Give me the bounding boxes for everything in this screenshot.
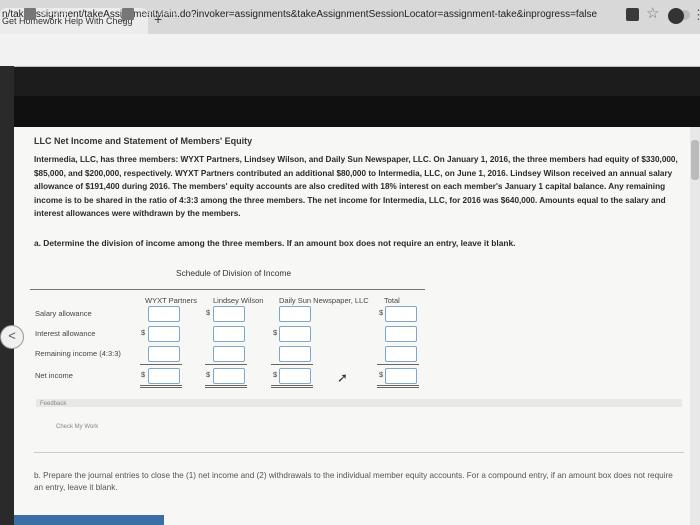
column-header-wilson: Lindsey Wilson	[213, 296, 264, 305]
remaining-wyxt-input[interactable]	[148, 346, 180, 362]
remaining-wilson-input[interactable]	[213, 346, 245, 362]
subtotal-rule	[377, 364, 419, 365]
feedback-bar	[36, 399, 682, 407]
interest-wilson-input[interactable]	[213, 326, 245, 342]
salary-wilson-input[interactable]	[213, 306, 245, 322]
subtotal-rule	[205, 364, 247, 365]
interest-total-input[interactable]	[385, 326, 417, 342]
net-income-daily-sun-input[interactable]	[279, 368, 311, 384]
section-divider	[34, 452, 684, 453]
address-bar	[0, 34, 700, 67]
check-my-work-link[interactable]: Check My Work	[56, 424, 98, 430]
mouse-cursor-icon: ➚	[337, 370, 348, 385]
ebook-icon	[24, 8, 36, 20]
left-panel	[0, 66, 14, 525]
calculator-button[interactable]: Calculator	[140, 7, 181, 17]
total-double-rule	[205, 385, 247, 386]
net-income-wyxt-input[interactable]	[148, 368, 180, 384]
column-header-wyxt: WYXT Partners	[145, 296, 197, 305]
dollar-sign: $	[141, 370, 146, 379]
scrollbar[interactable]	[690, 127, 700, 525]
salary-wyxt-input[interactable]	[148, 306, 180, 322]
ebook-button[interactable]: eBook	[42, 7, 68, 17]
row-label-net-income: Net income	[35, 371, 73, 380]
remaining-daily-sun-input[interactable]	[279, 346, 311, 362]
remaining-total-input[interactable]	[385, 346, 417, 362]
subtotal-rule	[140, 364, 182, 365]
interest-daily-sun-input[interactable]	[279, 326, 311, 342]
row-label-remaining: Remaining income (4:3:3)	[35, 349, 121, 358]
question-a: a. Determine the division of income amon…	[34, 238, 516, 248]
net-income-total-input[interactable]	[385, 368, 417, 384]
bookmark-star-icon[interactable]: ☆	[646, 4, 659, 22]
menu-dots-icon[interactable]: ⋮	[692, 7, 700, 23]
salary-daily-sun-input[interactable]	[279, 306, 311, 322]
feedback-label: Feedback	[40, 401, 67, 407]
dollar-sign: $	[379, 308, 384, 317]
dollar-sign: $	[206, 308, 211, 317]
dollar-sign: $	[273, 370, 278, 379]
column-header-total: Total	[384, 296, 400, 305]
assignment-toolbar	[14, 96, 700, 127]
problem-text: Intermedia, LLC, has three members: WYXT…	[34, 155, 678, 219]
row-label-salary: Salary allowance	[35, 309, 92, 318]
total-double-rule	[271, 385, 313, 386]
column-header-daily-sun: Daily Sun Newspaper, LLC	[279, 296, 369, 305]
interest-wyxt-input[interactable]	[148, 326, 180, 342]
calculator-icon	[122, 8, 134, 20]
subtotal-rule	[271, 364, 313, 365]
net-income-wilson-input[interactable]	[213, 368, 245, 384]
dollar-sign: $	[206, 370, 211, 379]
total-double-rule	[140, 385, 182, 386]
dollar-sign: $	[141, 328, 146, 337]
url-field[interactable]: n/takeAssignment/takeAssignmentMain.do?i…	[2, 9, 597, 20]
bottom-button[interactable]	[14, 515, 164, 525]
schedule-title: Schedule of Division of Income	[176, 268, 291, 278]
dollar-sign: $	[379, 370, 384, 379]
problem-title: LLC Net Income and Statement of Members'…	[34, 136, 253, 146]
salary-total-input[interactable]	[385, 306, 417, 322]
row-label-interest: Interest allowance	[35, 329, 96, 338]
previous-chevron-icon[interactable]: <	[0, 325, 24, 349]
scrollbar-thumb[interactable]	[691, 140, 699, 180]
total-double-rule	[377, 385, 419, 386]
question-b: b. Prepare the journal entries to close …	[34, 471, 673, 492]
dollar-sign: $	[273, 328, 278, 337]
extension-icon[interactable]	[626, 8, 639, 21]
profile-avatar[interactable]	[668, 8, 684, 24]
schedule-divider	[30, 289, 425, 290]
